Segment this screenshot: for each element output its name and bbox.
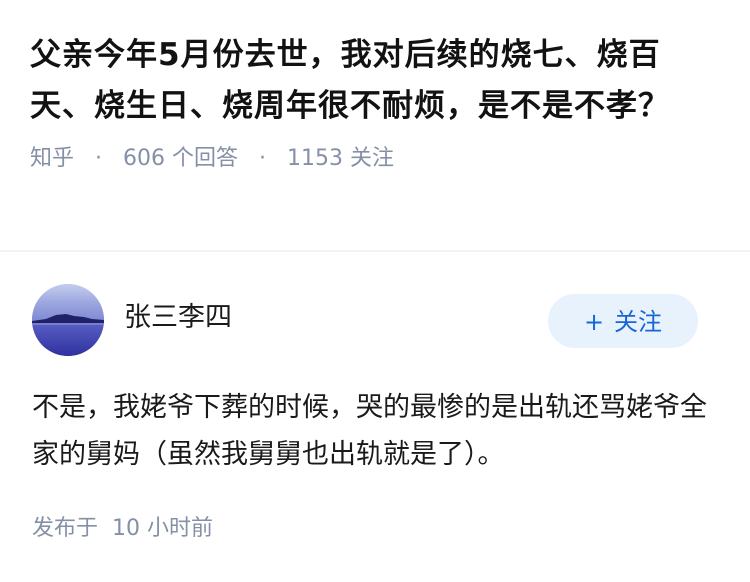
follow-button-label: 关注 [614, 308, 663, 336]
avatar[interactable] [32, 284, 104, 356]
published-time: 10 小时前 [112, 516, 214, 541]
answer-meta: 发布于 10 小时前 [32, 514, 213, 544]
follow-button[interactable]: + 关注 [548, 294, 698, 348]
answer-content[interactable]: 不是，我姥爷下葬的时候，哭的最惨的是出轨还骂姥爷全家的舅妈（虽然我舅舅也出轨就是… [32, 384, 722, 478]
followers-count: 1153 [287, 146, 344, 171]
answers-label: 个回答 [172, 146, 239, 171]
author-name[interactable]: 张三李四 [124, 300, 232, 336]
answer-author-row: 张三李四 + 关注 [32, 284, 718, 356]
question-title[interactable]: 父亲今年5月份去世，我对后续的烧七、烧百天、烧生日、烧周年很不耐烦，是不是不孝？ [30, 30, 720, 132]
question-meta: 知乎 · 606 个回答 · 1153 关注 [30, 144, 720, 174]
published-label: 发布于 [32, 516, 99, 541]
followers-label: 关注 [350, 146, 395, 171]
meta-separator: · [259, 146, 267, 171]
question-header: 父亲今年5月份去世，我对后续的烧七、烧百天、烧生日、烧周年很不耐烦，是不是不孝？… [30, 30, 720, 174]
answers-count: 606 [123, 146, 166, 171]
meta-separator: · [95, 146, 103, 171]
plus-icon: + [583, 308, 605, 336]
section-divider [0, 250, 750, 252]
landscape-avatar-icon [32, 284, 104, 356]
source-label[interactable]: 知乎 [30, 146, 74, 171]
